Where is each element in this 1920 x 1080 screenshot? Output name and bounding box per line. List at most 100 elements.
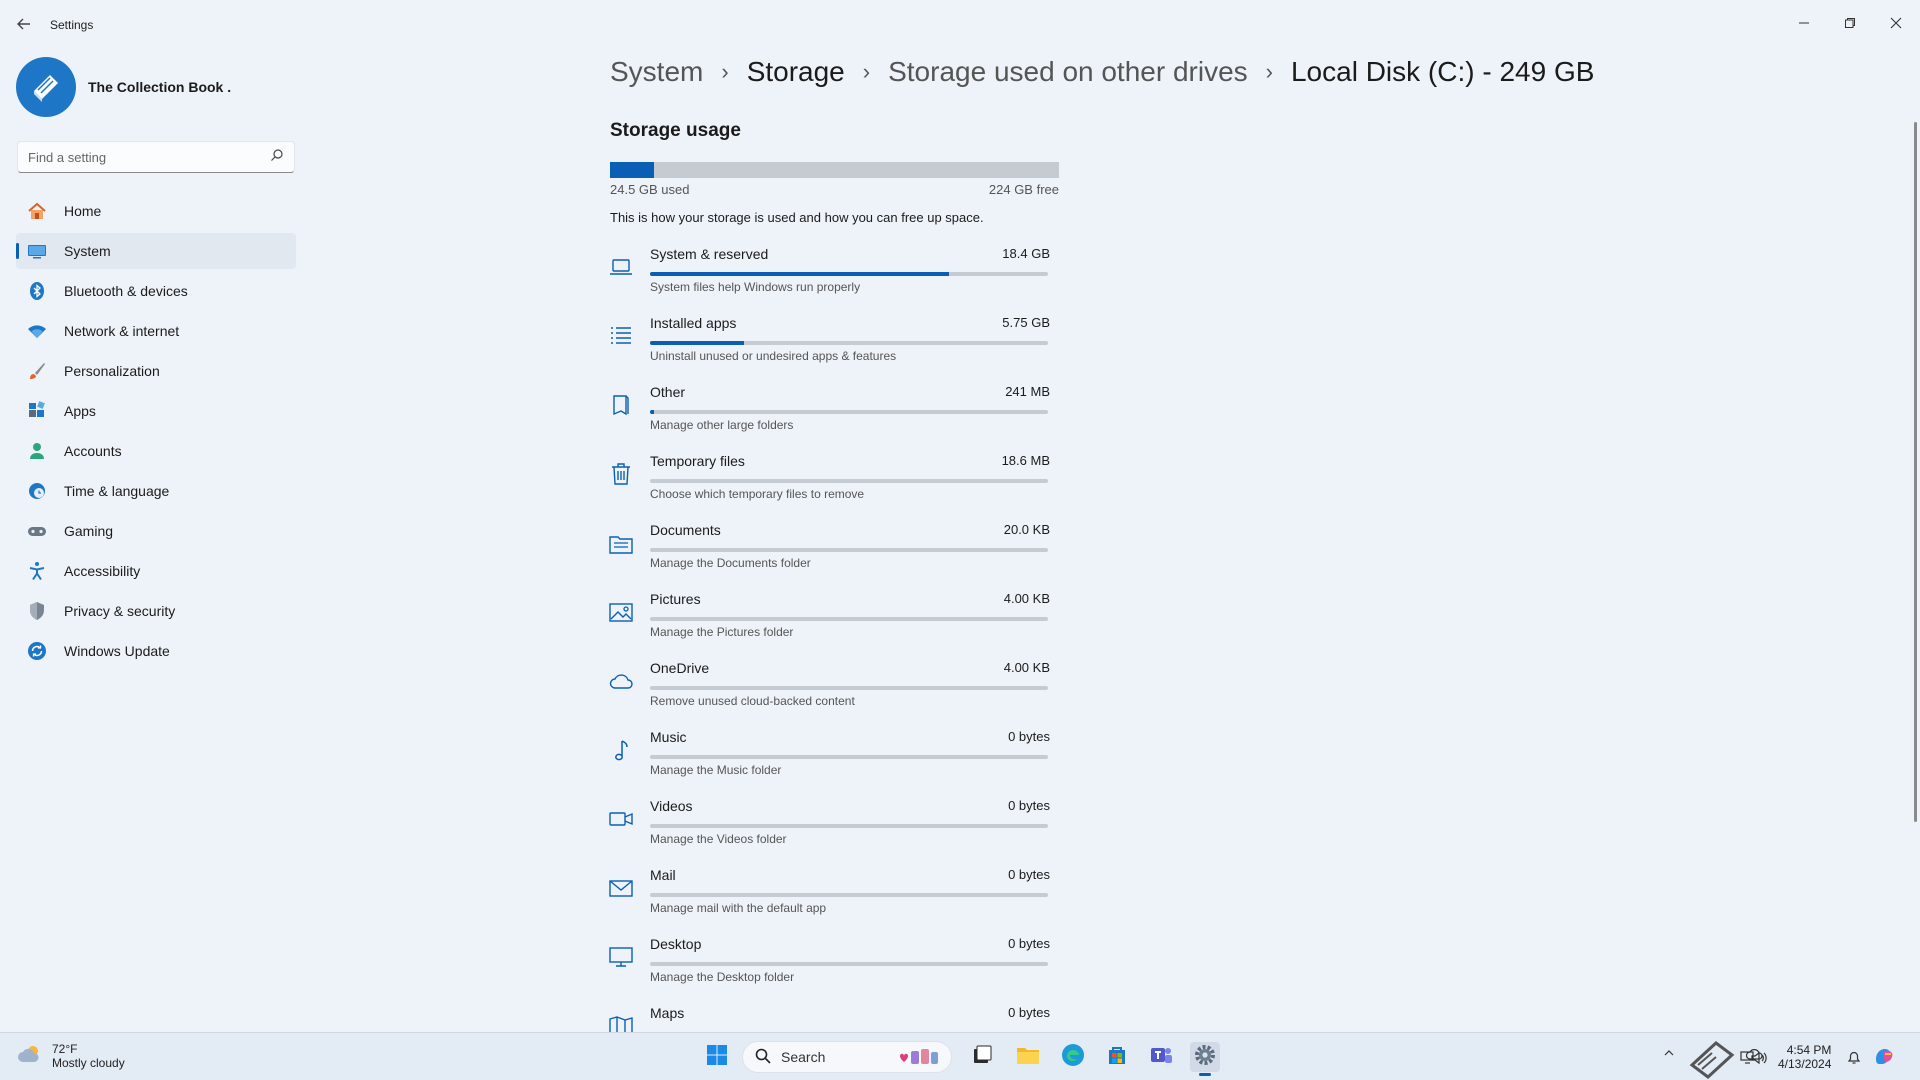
storage-category-music[interactable]: Music 0 bytes Manage the Music folder (608, 729, 1060, 798)
taskbar-settings[interactable] (1190, 1042, 1220, 1076)
sidebar-item-label: Privacy & security (64, 603, 176, 619)
gear-icon (1194, 1044, 1216, 1071)
sidebar-item-time-language[interactable]: Time & language (16, 473, 296, 509)
sidebar-item-windows-update[interactable]: Windows Update (16, 633, 296, 669)
category-description: Uninstall unused or undesired apps & fea… (650, 349, 897, 363)
bluetooth-icon (26, 280, 48, 302)
sidebar-item-label: Apps (64, 403, 96, 419)
category-name: Maps (650, 1005, 685, 1021)
apps-icon (26, 400, 48, 422)
taskbar: 72°F Mostly cloudy Search 4:54 PM 4/13/2… (0, 1032, 1920, 1080)
sidebar-nav: Home System Bluetooth & devices Network … (16, 193, 296, 673)
storage-category-temporary-files[interactable]: Temporary files 18.6 MB Choose which tem… (608, 453, 1060, 522)
category-usage-bar (650, 686, 1048, 690)
cloud-icon (608, 668, 634, 694)
music-note-icon (608, 737, 634, 763)
taskbar-search[interactable]: Search (742, 1041, 952, 1073)
sidebar-item-label: Accounts (64, 443, 122, 459)
sidebar-item-home[interactable]: Home (16, 193, 296, 229)
category-usage-bar (650, 341, 1048, 345)
taskbar-edge[interactable] (1058, 1042, 1088, 1072)
search-icon[interactable] (270, 148, 284, 167)
book-logo-icon (26, 65, 66, 110)
sidebar-item-gaming[interactable]: Gaming (16, 513, 296, 549)
category-name: Temporary files (650, 453, 745, 469)
copilot-icon[interactable] (1872, 1045, 1896, 1070)
storage-category-system-reserved[interactable]: System & reserved 18.4 GB System files h… (608, 246, 1060, 315)
sidebar-item-accessibility[interactable]: Accessibility (16, 553, 296, 589)
back-arrow-icon[interactable] (14, 14, 34, 34)
sidebar-item-accounts[interactable]: Accounts (16, 433, 296, 469)
sidebar-item-bluetooth[interactable]: Bluetooth & devices (16, 273, 296, 309)
sidebar-item-network[interactable]: Network & internet (16, 313, 296, 349)
category-description: Manage other large folders (650, 418, 794, 432)
search-input[interactable] (28, 149, 270, 165)
category-size: 0 bytes (1008, 798, 1050, 813)
category-name: Pictures (650, 591, 701, 607)
taskbar-store[interactable] (1102, 1042, 1132, 1072)
storage-category-documents[interactable]: Documents 20.0 KB Manage the Documents f… (608, 522, 1060, 591)
category-size: 18.6 MB (1001, 453, 1050, 468)
taskbar-file-explorer[interactable] (1013, 1042, 1043, 1072)
sidebar-item-label: Home (64, 203, 102, 219)
storage-category-onedrive[interactable]: OneDrive 4.00 KB Remove unused cloud-bac… (608, 660, 1060, 729)
windows-logo-icon (706, 1044, 728, 1071)
settings-search[interactable] (17, 141, 295, 173)
storage-category-installed-apps[interactable]: Installed apps 5.75 GB Uninstall unused … (608, 315, 1060, 384)
title-bar: Settings (0, 0, 1920, 48)
search-icon (755, 1048, 771, 1067)
sidebar-item-privacy[interactable]: Privacy & security (16, 593, 296, 629)
shield-icon (26, 600, 48, 622)
sidebar-item-label: System (64, 243, 111, 259)
volume-icon[interactable] (1750, 1051, 1768, 1068)
breadcrumb-other-drives[interactable]: Storage used on other drives (888, 56, 1248, 88)
category-name: Other (650, 384, 686, 400)
start-button[interactable] (702, 1042, 732, 1072)
sidebar-item-personalization[interactable]: Personalization (16, 353, 296, 389)
breadcrumb-storage[interactable]: Storage (747, 56, 845, 88)
monitor-icon (26, 240, 48, 262)
storage-usage-bar (610, 162, 1059, 178)
category-name: Installed apps (650, 315, 737, 331)
category-usage-bar (650, 962, 1048, 966)
storage-category-pictures[interactable]: Pictures 4.00 KB Manage the Pictures fol… (608, 591, 1060, 660)
category-size: 241 MB (1005, 384, 1050, 399)
restore-button[interactable] (1830, 8, 1870, 38)
taskbar-clock[interactable]: 4:54 PM 4/13/2024 (1778, 1043, 1831, 1071)
category-name: Music (650, 729, 687, 745)
storage-category-other[interactable]: Other 241 MB Manage other large folders (608, 384, 1060, 453)
taskbar-teams[interactable] (1146, 1042, 1176, 1072)
home-icon (26, 200, 48, 222)
picture-icon (608, 599, 634, 625)
user-profile[interactable]: The Collection Book . (16, 56, 231, 118)
trash-icon (608, 461, 634, 487)
close-button[interactable] (1876, 8, 1916, 38)
storage-description: This is how your storage is used and how… (610, 210, 984, 225)
search-highlight-icon (897, 1047, 941, 1070)
update-icon (26, 640, 48, 662)
category-size: 20.0 KB (1003, 522, 1050, 537)
sidebar-item-system[interactable]: System (16, 233, 296, 269)
scrollbar[interactable] (1914, 122, 1917, 822)
category-name: Documents (650, 522, 721, 538)
chevron-up-icon[interactable] (1663, 1047, 1675, 1062)
storage-category-videos[interactable]: Videos 0 bytes Manage the Videos folder (608, 798, 1060, 867)
taskbar-task-view[interactable] (967, 1042, 997, 1072)
category-size: 18.4 GB (1002, 246, 1050, 261)
storage-usage-fill (610, 162, 654, 178)
edge-browser-icon (1061, 1043, 1085, 1072)
weather-widget[interactable]: 72°F Mostly cloudy (18, 1042, 125, 1070)
sidebar-item-apps[interactable]: Apps (16, 393, 296, 429)
category-description: Remove unused cloud-backed content (650, 694, 855, 708)
notification-bell-icon[interactable] (1846, 1049, 1862, 1068)
storage-category-mail[interactable]: Mail 0 bytes Manage mail with the defaul… (608, 867, 1060, 936)
category-description: Choose which temporary files to remove (650, 487, 865, 501)
folder-icon (1016, 1044, 1040, 1071)
breadcrumb-system[interactable]: System (610, 56, 703, 88)
store-icon (1106, 1044, 1128, 1071)
category-usage-fill (650, 410, 654, 414)
minimize-button[interactable] (1784, 8, 1824, 38)
category-name: System & reserved (650, 246, 769, 262)
storage-category-desktop[interactable]: Desktop 0 bytes Manage the Desktop folde… (608, 936, 1060, 1005)
app-title: Settings (50, 18, 94, 32)
